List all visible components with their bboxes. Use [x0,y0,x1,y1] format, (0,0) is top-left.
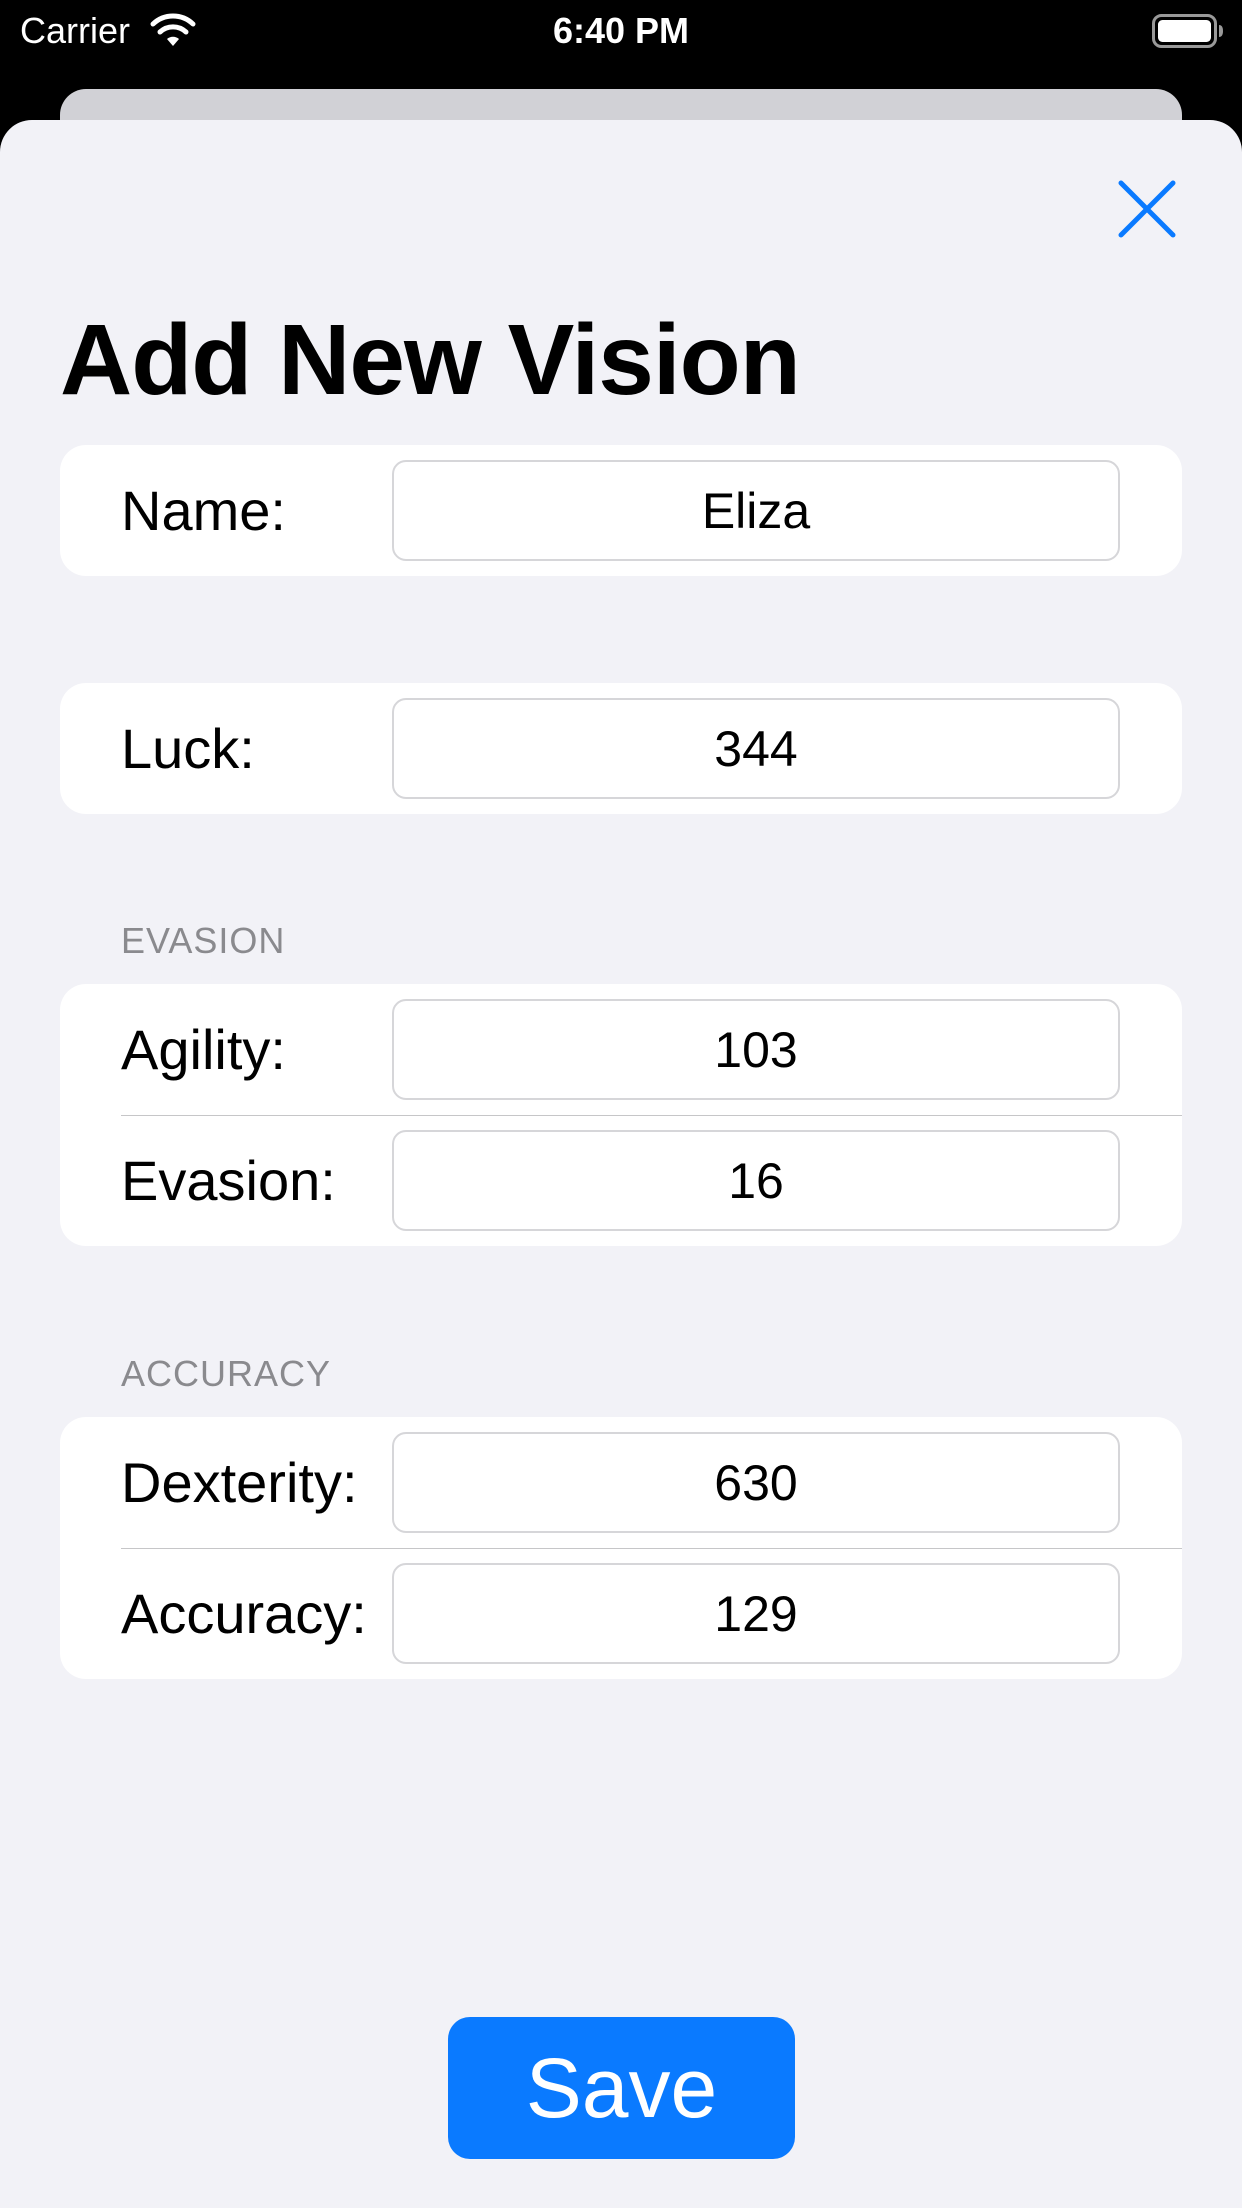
evasion-label: Evasion: [121,1149,336,1212]
agility-row: Agility: [60,984,1182,1116]
luck-card: Luck: [60,683,1182,814]
name-field[interactable] [392,460,1120,561]
close-button[interactable] [1112,174,1182,244]
dexterity-field[interactable] [392,1432,1120,1533]
close-icon [1118,180,1176,238]
accuracy-card: Dexterity: Accuracy: [60,1417,1182,1679]
luck-field[interactable] [392,698,1120,799]
name-card: Name: [60,445,1182,576]
name-row: Name: [60,445,1182,576]
luck-label: Luck: [121,717,255,780]
agility-field[interactable] [392,999,1120,1100]
status-time: 6:40 PM [552,10,690,51]
evasion-card: Agility: Evasion: [60,984,1182,1246]
accuracy-section-header: ACCURACY [121,1353,332,1394]
evasion-field[interactable] [392,1130,1120,1231]
page-title: Add New Vision [60,304,801,416]
dexterity-row: Dexterity: [60,1417,1182,1549]
accuracy-field[interactable] [392,1563,1120,1664]
accuracy-label: Accuracy: [121,1582,367,1645]
battery-full-icon [1152,14,1223,48]
status-bar: Carrier 6:40 PM [0,0,1242,62]
luck-row: Luck: [60,683,1182,814]
name-label: Name: [121,479,286,542]
dexterity-label: Dexterity: [121,1451,358,1514]
evasion-row: Evasion: [60,1115,1182,1246]
save-button[interactable]: Save [448,2017,795,2159]
agility-label: Agility: [121,1018,286,1081]
evasion-section-header: EVASION [121,920,286,961]
accuracy-row: Accuracy: [60,1548,1182,1679]
